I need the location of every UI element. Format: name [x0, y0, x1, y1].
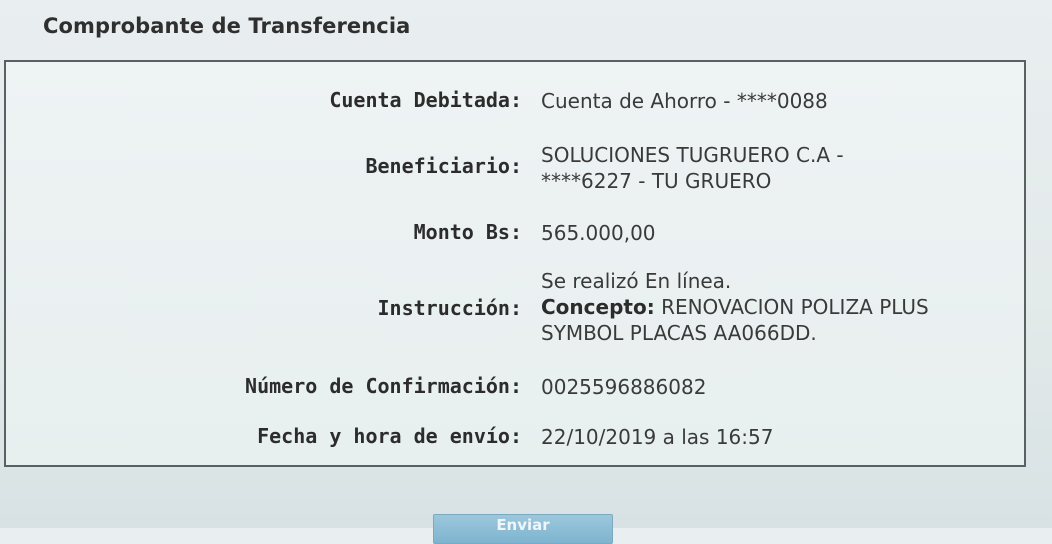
instruccion-value: Se realizó En línea. Concepto: RENOVACIO… [541, 268, 929, 346]
page-title: Comprobante de Transferencia [43, 14, 411, 38]
send-button[interactable]: Enviar [433, 514, 613, 544]
monto-label: Monto Bs: [413, 220, 522, 244]
cuenta-debitada-value: Cuenta de Ahorro - ****0088 [541, 89, 828, 113]
beneficiario-value-line2: ****6227 - TU GRUERO [541, 169, 772, 193]
beneficiario-label: Beneficiario: [365, 154, 522, 178]
concepto-value-line2: SYMBOL PLACAS AA066DD. [541, 321, 817, 345]
instruccion-label: Instrucción: [377, 296, 523, 320]
fecha-label: Fecha y hora de envío: [257, 424, 522, 448]
confirmacion-value: 0025596886082 [541, 375, 707, 399]
cuenta-debitada-label: Cuenta Debitada: [329, 88, 522, 112]
concepto-value-line1: RENOVACION POLIZA PLUS [661, 295, 929, 319]
instruccion-concepto-line: Concepto: RENOVACION POLIZA PLUS [541, 294, 929, 320]
beneficiario-value: SOLUCIONES TUGRUERO C.A - ****6227 - TU … [541, 142, 844, 194]
fecha-value: 22/10/2019 a las 16:57 [541, 425, 774, 449]
instruccion-line1: Se realizó En línea. [541, 269, 732, 293]
beneficiario-value-line1: SOLUCIONES TUGRUERO C.A - [541, 143, 844, 167]
transfer-receipt-panel: Cuenta Debitada: Cuenta de Ahorro - ****… [4, 60, 1026, 467]
monto-value: 565.000,00 [541, 221, 656, 245]
confirmacion-label: Número de Confirmación: [245, 374, 522, 398]
concepto-label: Concepto: [541, 295, 655, 319]
